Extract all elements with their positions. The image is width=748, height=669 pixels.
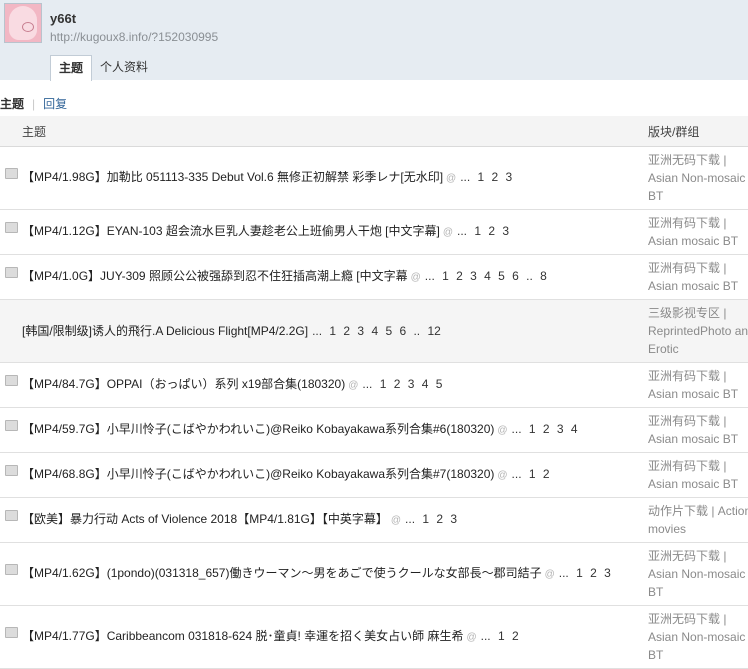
forum-label[interactable]: Asian mosaic BT xyxy=(648,232,748,250)
table-row: [韩国/限制级]诱人的飛行.A Delicious Flight[MP4/2.2… xyxy=(0,299,748,363)
attachment-icon: @ xyxy=(410,272,421,283)
avatar[interactable] xyxy=(4,3,42,43)
avatar-image xyxy=(9,6,37,40)
thread-title[interactable]: [韩国/限制级]诱人的飛行.A Delicious Flight[MP4/2.2… xyxy=(22,324,308,338)
forum-label[interactable]: 亚洲有码下载 | xyxy=(648,412,748,430)
profile-header: y66t http://kugoux8.info/?152030995 主题 个… xyxy=(0,0,748,81)
attachment-icon: @ xyxy=(446,173,457,184)
forum-label[interactable]: BT xyxy=(648,583,748,601)
attachment-icon: @ xyxy=(544,569,555,580)
folder-icon xyxy=(4,267,18,278)
thread-title[interactable]: 【MP4/1.98G】加勒比 051113-335 Debut Vol.6 無修… xyxy=(22,170,443,184)
thread-title[interactable]: 【MP4/68.8G】小早川怜子(こばやかわれいこ)@Reiko Kobayak… xyxy=(22,467,494,481)
page-links[interactable]: ... 1 2 3 4 xyxy=(512,422,578,436)
folder-icon xyxy=(4,627,18,638)
page-links[interactable]: ... 1 2 xyxy=(481,629,519,643)
folder-icon xyxy=(4,222,18,233)
forum-label[interactable]: 亚洲有码下载 | xyxy=(648,367,748,385)
page-links[interactable]: ... 1 2 3 4 5 6 .. 8 xyxy=(425,269,547,283)
forum-label[interactable]: movies xyxy=(648,520,748,538)
folder-icon xyxy=(4,465,18,476)
forum-label[interactable]: 亚洲无码下载 | xyxy=(648,610,748,628)
forum-label[interactable]: 动作片下载 | Action xyxy=(648,502,748,520)
forum-label[interactable]: 亚洲有码下载 | xyxy=(648,214,748,232)
forum-label[interactable]: Asian Non-mosaic xyxy=(648,628,748,646)
page-links[interactable]: ... 1 2 3 xyxy=(559,566,611,580)
subnav-separator: | xyxy=(32,97,36,111)
table-row: 【MP4/1.12G】EYAN-103 超会流水巨乳人妻趁老公上班偷男人干炮 [… xyxy=(0,209,748,255)
forum-label[interactable]: BT xyxy=(648,187,748,205)
subnav-replies[interactable]: 回复 xyxy=(43,97,67,111)
forum-label[interactable]: BT xyxy=(648,646,748,664)
thread-title[interactable]: 【MP4/1.62G】(1pondo)(031318_657)働きウーマン〜男を… xyxy=(22,566,542,580)
subnav: 主题 | 回复 xyxy=(0,95,67,112)
page-links[interactable]: ... 1 2 3 xyxy=(457,224,509,238)
thread-list: 【MP4/1.98G】加勒比 051113-335 Debut Vol.6 無修… xyxy=(0,146,748,669)
forum-label[interactable]: 亚洲有码下载 | xyxy=(648,457,748,475)
table-row: 【MP4/59.7G】小早川怜子(こばやかわれいこ)@Reiko Kobayak… xyxy=(0,407,748,453)
forum-label[interactable]: 亚洲无码下载 | xyxy=(648,547,748,565)
table-row: 【MP4/84.7G】OPPAI（おっぱい）系列 x19部合集(180320) @… xyxy=(0,362,748,408)
table-row: 【MP4/1.98G】加勒比 051113-335 Debut Vol.6 無修… xyxy=(0,146,748,210)
forum-label[interactable]: Asian Non-mosaic xyxy=(648,169,748,187)
table-header: 主题 版块/群组 xyxy=(0,116,748,147)
folder-icon xyxy=(4,510,18,521)
forum-label[interactable]: Asian mosaic BT xyxy=(648,277,748,295)
forum-label[interactable]: ReprintedPhoto and xyxy=(648,322,748,340)
table-row: 【MP4/1.62G】(1pondo)(031318_657)働きウーマン〜男を… xyxy=(0,542,748,606)
thread-title[interactable]: 【MP4/1.0G】JUY-309 照顾公公被强舔到忍不住狂插高潮上瘾 [中文字… xyxy=(22,269,408,283)
attachment-icon: @ xyxy=(348,380,359,391)
folder-icon xyxy=(4,375,18,386)
username[interactable]: y66t xyxy=(50,11,76,26)
forum-label[interactable]: Asian mosaic BT xyxy=(648,430,748,448)
forum-label[interactable]: 亚洲有码下载 | xyxy=(648,259,748,277)
attachment-icon: @ xyxy=(466,632,477,643)
column-header-topic: 主题 xyxy=(22,116,648,147)
profile-tabs: 主题 个人资料 xyxy=(50,55,156,81)
thread-title[interactable]: 【MP4/84.7G】OPPAI（おっぱい）系列 x19部合集(180320) xyxy=(22,377,345,391)
thread-table: 主题 版块/群组 【MP4/1.98G】加勒比 051113-335 Debut… xyxy=(0,116,748,669)
forum-label[interactable]: Asian mosaic BT xyxy=(648,385,748,403)
thread-title[interactable]: 【MP4/1.77G】Caribbeancom 031818-624 脱･童貞!… xyxy=(22,629,463,643)
tab-topics[interactable]: 主题 xyxy=(50,55,93,81)
table-row: 【MP4/1.0G】JUY-309 照顾公公被强舔到忍不住狂插高潮上瘾 [中文字… xyxy=(0,254,748,300)
folder-icon xyxy=(4,564,18,575)
forum-label[interactable]: Asian mosaic BT xyxy=(648,475,748,493)
table-row: 【欧美】暴力行动 Acts of Violence 2018【MP4/1.81G… xyxy=(0,497,748,543)
profile-url[interactable]: http://kugoux8.info/?152030995 xyxy=(50,30,218,44)
attachment-icon: @ xyxy=(390,515,402,526)
folder-icon xyxy=(4,168,18,179)
tab-profile[interactable]: 个人资料 xyxy=(92,55,156,79)
forum-label[interactable]: 亚洲无码下载 | xyxy=(648,151,748,169)
forum-label[interactable]: Erotic xyxy=(648,340,748,358)
attachment-icon: @ xyxy=(442,227,453,238)
subnav-topics[interactable]: 主题 xyxy=(0,97,24,111)
attachment-icon: @ xyxy=(497,425,508,436)
page-links[interactable]: ... 1 2 3 xyxy=(460,170,512,184)
page-links[interactable]: ... 1 2 3 xyxy=(405,512,457,526)
forum-label[interactable]: Asian Non-mosaic xyxy=(648,565,748,583)
forum-label[interactable]: 三级影视专区 | xyxy=(648,304,748,322)
folder-icon xyxy=(4,420,18,431)
table-row: 【MP4/1.77G】Caribbeancom 031818-624 脱･童貞!… xyxy=(0,605,748,669)
thread-title[interactable]: 【欧美】暴力行动 Acts of Violence 2018【MP4/1.81G… xyxy=(22,512,388,526)
page-links[interactable]: ... 1 2 3 4 5 6 .. 12 xyxy=(312,324,441,338)
page-links[interactable]: ... 1 2 xyxy=(512,467,550,481)
column-header-forum: 版块/群组 xyxy=(648,116,748,147)
thread-title[interactable]: 【MP4/59.7G】小早川怜子(こばやかわれいこ)@Reiko Kobayak… xyxy=(22,422,494,436)
page-links[interactable]: ... 1 2 3 4 5 xyxy=(362,377,442,391)
table-row: 【MP4/68.8G】小早川怜子(こばやかわれいこ)@Reiko Kobayak… xyxy=(0,452,748,498)
attachment-icon: @ xyxy=(497,470,508,481)
thread-title[interactable]: 【MP4/1.12G】EYAN-103 超会流水巨乳人妻趁老公上班偷男人干炮 [… xyxy=(22,224,440,238)
